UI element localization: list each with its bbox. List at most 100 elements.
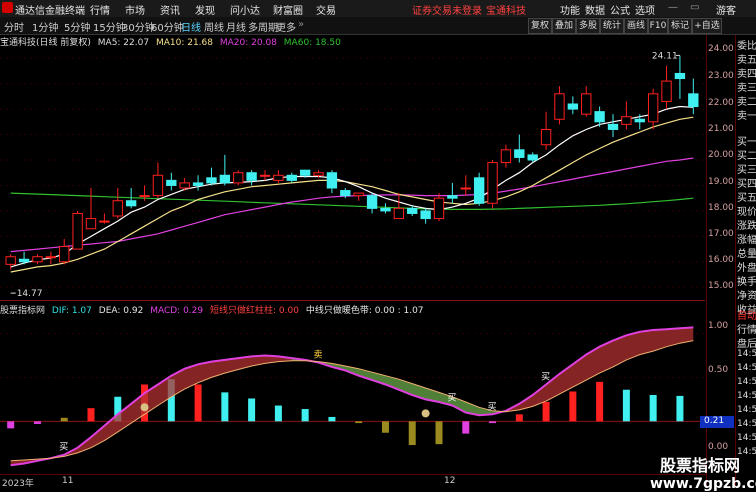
add-watchlist-button[interactable]: +自选 bbox=[692, 18, 722, 34]
menu-ask[interactable]: 问小达 bbox=[230, 2, 260, 17]
panel-quotes[interactable]: 行情 bbox=[737, 321, 756, 336]
candle bbox=[420, 210, 431, 220]
tab-60min[interactable]: 60分钟 bbox=[151, 19, 184, 34]
macd-bar bbox=[33, 421, 41, 424]
signal-buy-label: 买 bbox=[541, 371, 550, 382]
mark-button[interactable]: 标记 bbox=[668, 18, 692, 34]
candle bbox=[313, 172, 324, 176]
panel-label-change-pct: 涨幅 bbox=[737, 235, 756, 246]
candle bbox=[407, 207, 418, 214]
panel-label-bid1: 买一 bbox=[737, 137, 756, 148]
overlay-button[interactable]: 叠加 bbox=[552, 18, 576, 34]
candle bbox=[18, 258, 30, 263]
candle bbox=[299, 169, 311, 176]
adjust-button[interactable]: 复权 bbox=[528, 18, 552, 34]
tab-daily[interactable]: 日线 bbox=[181, 19, 201, 34]
low-price-label: 14.77 bbox=[17, 289, 43, 299]
menu-market[interactable]: 市场 bbox=[125, 2, 145, 17]
stock-link[interactable]: 宝通科技 bbox=[486, 2, 526, 17]
y-label-0: 0.00 bbox=[708, 442, 729, 452]
macd-bar bbox=[87, 408, 95, 422]
more-chevron-icon[interactable]: » bbox=[298, 19, 304, 30]
candle bbox=[59, 246, 70, 263]
candle bbox=[647, 93, 659, 123]
panel-time-1: 14:5 bbox=[737, 349, 756, 359]
y-label-0-5: 0.50 bbox=[708, 365, 729, 375]
x-label-dec: 12 bbox=[444, 476, 456, 486]
f10-button[interactable]: F10 bbox=[648, 18, 668, 34]
panel-label-turnover: 换手 bbox=[737, 277, 756, 288]
tab-weekly[interactable]: 周线 bbox=[204, 19, 224, 34]
candle bbox=[688, 93, 699, 108]
user-label[interactable]: 游客 bbox=[716, 2, 736, 17]
panel-label-ask5: 卖五 bbox=[737, 55, 756, 66]
dea-label: DEA: 0.92 bbox=[98, 306, 144, 316]
candlestick-chart[interactable]: 24.11 14.77 bbox=[0, 48, 706, 300]
macd-bar bbox=[301, 409, 309, 422]
panel-time-5: 14:5 bbox=[737, 405, 756, 415]
panel-time-4: 14:5 bbox=[737, 391, 756, 401]
tab-15min[interactable]: 15分钟 bbox=[93, 19, 126, 34]
coin-icon bbox=[140, 403, 149, 412]
trade-login-warning[interactable]: 证券交易未登录 bbox=[412, 2, 482, 17]
menu-function[interactable]: 功能 bbox=[560, 2, 580, 17]
x-label-nov: 11 bbox=[62, 476, 74, 486]
panel-label-ask1: 卖一 bbox=[737, 111, 756, 122]
panel-time-7: 14:5 bbox=[737, 433, 756, 443]
candle bbox=[246, 172, 257, 181]
candle bbox=[527, 154, 538, 161]
panel-label-ask2: 卖二 bbox=[737, 97, 756, 108]
macd-bar bbox=[435, 421, 443, 445]
candle bbox=[607, 123, 619, 130]
macd-bar bbox=[649, 395, 657, 422]
x-label-year: 2023年 bbox=[2, 479, 34, 489]
menu-options[interactable]: 选项 bbox=[635, 2, 655, 17]
multi-stock-button[interactable]: 多股 bbox=[576, 18, 600, 34]
macd-bar bbox=[676, 395, 684, 422]
menu-trade[interactable]: 交易 bbox=[316, 2, 336, 17]
menu-data[interactable]: 数据 bbox=[585, 2, 605, 17]
panel-time-3: 14:5 bbox=[737, 377, 756, 387]
panel-label-bid3: 买三 bbox=[737, 165, 756, 176]
panel-after-hours[interactable]: 盘后 bbox=[737, 335, 756, 350]
candle bbox=[447, 195, 458, 199]
macd-bar bbox=[328, 416, 336, 422]
candle bbox=[125, 200, 137, 207]
panel-label-bid5: 买五 bbox=[737, 193, 756, 204]
candle bbox=[259, 174, 271, 177]
menu-wealth[interactable]: 财富圈 bbox=[273, 2, 303, 17]
maximize-icon[interactable]: ▭ bbox=[690, 2, 699, 13]
menu-discover[interactable]: 发现 bbox=[195, 2, 215, 17]
candle bbox=[366, 195, 378, 209]
ma5-line bbox=[10, 105, 694, 268]
candle bbox=[139, 195, 150, 198]
tab-intraday[interactable]: 分时 bbox=[4, 19, 24, 34]
panel-time-6: 14:5 bbox=[737, 419, 756, 429]
panel-auto[interactable]: 自动 bbox=[737, 307, 756, 322]
menu-news[interactable]: 资讯 bbox=[160, 2, 180, 17]
candle bbox=[179, 182, 190, 189]
tab-30min[interactable]: 30分钟 bbox=[122, 19, 155, 34]
minimize-icon[interactable]: — bbox=[668, 2, 678, 13]
y-label-1: 1.00 bbox=[708, 321, 729, 331]
menu-formula[interactable]: 公式 bbox=[610, 2, 630, 17]
macd-bar bbox=[274, 405, 282, 422]
macd-bar bbox=[408, 421, 416, 446]
statistics-button[interactable]: 统计 bbox=[600, 18, 624, 34]
title-bar: 通达信金融终端 行情 市场 资讯 发现 问小达 财富圈 交易 证券交易未登录 宝… bbox=[0, 0, 756, 18]
draw-line-button[interactable]: 画线 bbox=[624, 18, 648, 34]
cursor-value-box: 0.21 bbox=[700, 416, 734, 428]
tab-1min[interactable]: 1分钟 bbox=[32, 19, 58, 34]
menu-quotes[interactable]: 行情 bbox=[90, 2, 110, 17]
candle bbox=[152, 174, 164, 197]
tab-monthly[interactable]: 月线 bbox=[226, 19, 246, 34]
candle bbox=[594, 111, 605, 123]
ma60-label: MA60: 18.50 bbox=[283, 38, 341, 48]
app-logo-icon bbox=[2, 2, 13, 13]
signal-buy-label: 买 bbox=[447, 393, 456, 404]
macd-chart[interactable]: 买买买买卖 bbox=[0, 316, 706, 474]
tab-more[interactable]: 更多 bbox=[276, 19, 296, 34]
tab-5min[interactable]: 5分钟 bbox=[64, 19, 90, 34]
tab-multi-period[interactable]: 多周期 bbox=[248, 19, 278, 34]
candle bbox=[326, 172, 338, 189]
